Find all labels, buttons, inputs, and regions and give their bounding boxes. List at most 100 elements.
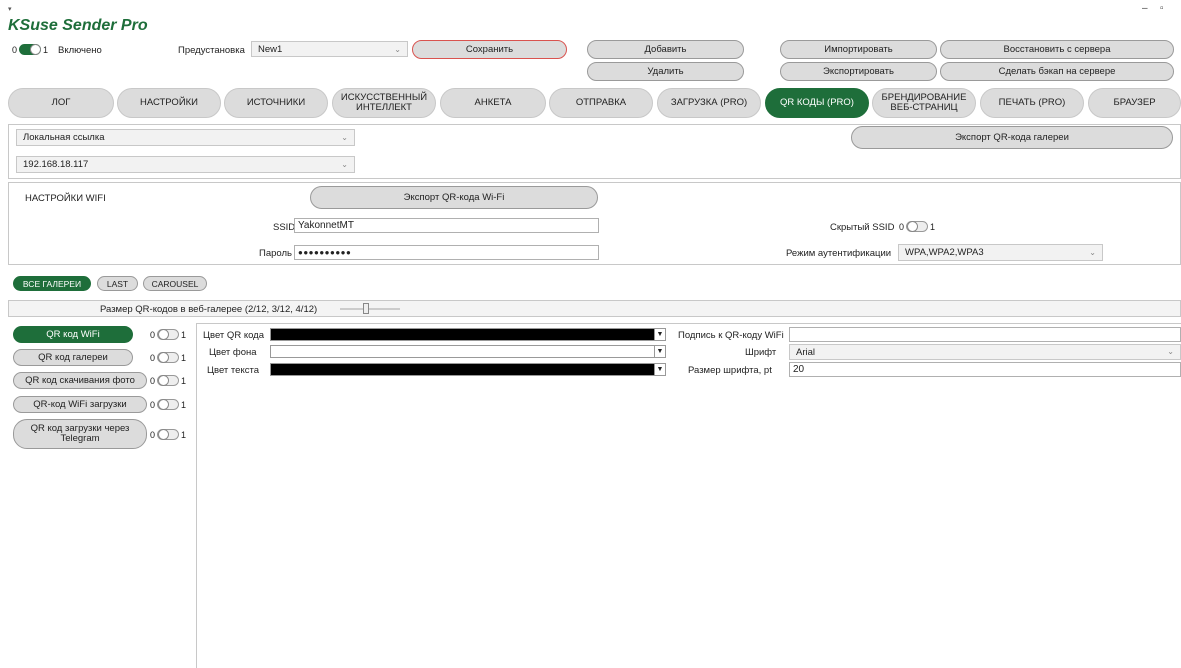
text-color-swatch <box>271 364 655 375</box>
text-color-picker[interactable]: ▼ <box>270 363 666 376</box>
toggle-switch[interactable] <box>157 375 180 386</box>
toggle-switch[interactable] <box>157 329 180 340</box>
preset-select[interactable]: New1 ⌄ <box>251 41 408 57</box>
tab-survey[interactable]: АНКЕТА <box>440 88 546 118</box>
auth-mode-select[interactable]: WPA,WPA2,WPA3 ⌄ <box>898 244 1103 261</box>
toggle-off-label: 0 <box>150 429 156 440</box>
caption-label: Подпись к QR-коду WiFi <box>678 330 784 341</box>
toggle-on-label: 1 <box>181 399 187 410</box>
chevron-down-icon: ⌄ <box>341 160 348 169</box>
qr-size-slider-track[interactable] <box>340 308 400 310</box>
chevron-down-icon[interactable]: ▼ <box>654 364 665 375</box>
export-wifi-qr-button[interactable]: Экспорт QR-кода Wi-Fi <box>310 186 598 209</box>
export-gallery-qr-button[interactable]: Экспорт QR-кода галереи <box>851 126 1173 149</box>
chevron-down-icon: ⌄ <box>394 45 401 54</box>
qr-item-telegram-upload-toggle[interactable]: 0 1 <box>150 429 186 440</box>
hidden-ssid-switch[interactable] <box>906 221 929 232</box>
tab-send[interactable]: ОТПРАВКА <box>549 88 653 118</box>
import-button[interactable]: Импортировать <box>780 40 937 59</box>
tab-print-pro[interactable]: ПЕЧАТЬ (PRO) <box>980 88 1084 118</box>
minimize-button[interactable]: – <box>1142 3 1148 14</box>
toggle-on-label: 1 <box>181 329 187 340</box>
qr-color-label: Цвет QR кода <box>203 330 264 341</box>
chevron-down-icon: ⌄ <box>341 133 348 142</box>
tab-sources[interactable]: ИСТОЧНИКИ <box>224 88 328 118</box>
toggle-off-label: 0 <box>150 329 156 340</box>
font-size-label: Размер шрифта, pt <box>688 365 772 376</box>
tab-ai[interactable]: ИСКУССТВЕННЫЙ ИНТЕЛЛЕКТ <box>332 88 436 118</box>
enabled-off-label: 0 <box>12 44 18 55</box>
auth-mode-value: WPA,WPA2,WPA3 <box>905 247 984 258</box>
font-select[interactable]: Arial ⌄ <box>789 344 1181 360</box>
preset-label: Предустановка <box>178 45 245 56</box>
hidden-off-label: 0 <box>899 221 905 232</box>
enabled-toggle[interactable]: 0 1 <box>12 44 48 55</box>
toggle-off-label: 0 <box>150 399 156 410</box>
qr-item-wifi-upload[interactable]: QR-код WiFi загрузки <box>13 396 147 413</box>
restore-from-server-button[interactable]: Восстановить с сервера <box>940 40 1174 59</box>
bg-color-swatch <box>271 346 655 357</box>
qr-color-picker[interactable]: ▼ <box>270 328 666 341</box>
bg-color-picker[interactable]: ▼ <box>270 345 666 358</box>
tab-log[interactable]: ЛОГ <box>8 88 114 118</box>
delete-button[interactable]: Удалить <box>587 62 744 81</box>
enabled-label: Включено <box>58 45 102 56</box>
gallery-chip-last[interactable]: LAST <box>97 276 138 291</box>
toggle-on-label: 1 <box>181 429 187 440</box>
qr-item-telegram-upload[interactable]: QR код загрузки через Telegram <box>13 419 147 449</box>
link-type-select[interactable]: Локальная ссылка ⌄ <box>16 129 355 146</box>
ssid-input[interactable]: YakonnetMT <box>294 218 599 233</box>
save-button[interactable]: Сохранить <box>412 40 567 59</box>
qr-item-photo-download[interactable]: QR код скачивания фото <box>13 372 147 389</box>
ip-select[interactable]: 192.168.18.117 ⌄ <box>16 156 355 173</box>
hidden-on-label: 1 <box>930 221 936 232</box>
caption-input[interactable] <box>789 327 1181 342</box>
hidden-ssid-label: Скрытый SSID <box>830 222 895 233</box>
qr-item-photo-download-toggle[interactable]: 0 1 <box>150 375 186 386</box>
qr-item-wifi[interactable]: QR код WiFi <box>13 326 133 343</box>
add-button[interactable]: Добавить <box>587 40 744 59</box>
qr-item-wifi-toggle[interactable]: 0 1 <box>150 329 186 340</box>
tab-web-branding[interactable]: БРЕНДИРОВАНИЕ ВЕБ-СТРАНИЦ <box>872 88 976 118</box>
ssid-label: SSID <box>273 222 296 233</box>
restore-button[interactable]: ▫ <box>1160 3 1164 14</box>
export-button[interactable]: Экспортировать <box>780 62 937 81</box>
toggle-off-label: 0 <box>150 352 156 363</box>
link-type-value: Локальная ссылка <box>23 132 105 143</box>
ip-value: 192.168.18.117 <box>23 159 89 170</box>
toggle-on-label: 1 <box>181 352 187 363</box>
chevron-down-icon: ⌄ <box>1167 347 1174 356</box>
toggle-switch[interactable] <box>157 399 180 410</box>
auth-mode-label: Режим аутентификации <box>786 248 892 259</box>
hidden-ssid-toggle[interactable]: 0 1 <box>899 221 935 232</box>
qr-item-wifi-upload-toggle[interactable]: 0 1 <box>150 399 186 410</box>
tab-settings[interactable]: НАСТРОЙКИ <box>117 88 221 118</box>
qr-size-slider-handle[interactable] <box>363 303 369 314</box>
tab-upload-pro[interactable]: ЗАГРУЗКА (PRO) <box>657 88 761 118</box>
chevron-down-icon: ⌄ <box>1089 248 1096 257</box>
qr-size-label: Размер QR-кодов в веб-галерее (2/12, 3/1… <box>100 304 318 315</box>
font-size-input[interactable]: 20 <box>789 362 1181 377</box>
gallery-chip-carousel[interactable]: CAROUSEL <box>143 276 207 291</box>
toggle-on-label: 1 <box>181 375 187 386</box>
password-label: Пароль <box>259 248 292 259</box>
toggle-switch[interactable] <box>157 352 180 363</box>
chevron-down-icon[interactable]: ▼ <box>654 346 665 357</box>
backup-to-server-button[interactable]: Сделать бэкап на сервере <box>940 62 1174 81</box>
font-value: Arial <box>796 346 816 358</box>
wifi-settings-title: НАСТРОЙКИ WIFI <box>25 193 106 204</box>
qr-item-gallery-toggle[interactable]: 0 1 <box>150 352 186 363</box>
app-title: KSuse Sender Pro <box>8 17 148 34</box>
tab-qr-codes-pro[interactable]: QR КОДЫ (PRO) <box>765 88 869 118</box>
gallery-chip-all[interactable]: ВСЕ ГАЛЕРЕИ <box>13 276 91 291</box>
chevron-down-icon[interactable]: ▼ <box>654 329 665 340</box>
qr-color-swatch <box>271 329 655 340</box>
password-input[interactable]: ●●●●●●●●●● <box>294 245 599 260</box>
tab-browser[interactable]: БРАУЗЕР <box>1088 88 1181 118</box>
preset-value: New1 <box>258 43 283 55</box>
qr-item-gallery[interactable]: QR код галереи <box>13 349 133 366</box>
toggle-switch[interactable] <box>157 429 180 440</box>
enabled-switch[interactable] <box>19 44 42 55</box>
app-icon: ▾ <box>8 6 12 13</box>
bg-color-label: Цвет фона <box>209 347 257 358</box>
